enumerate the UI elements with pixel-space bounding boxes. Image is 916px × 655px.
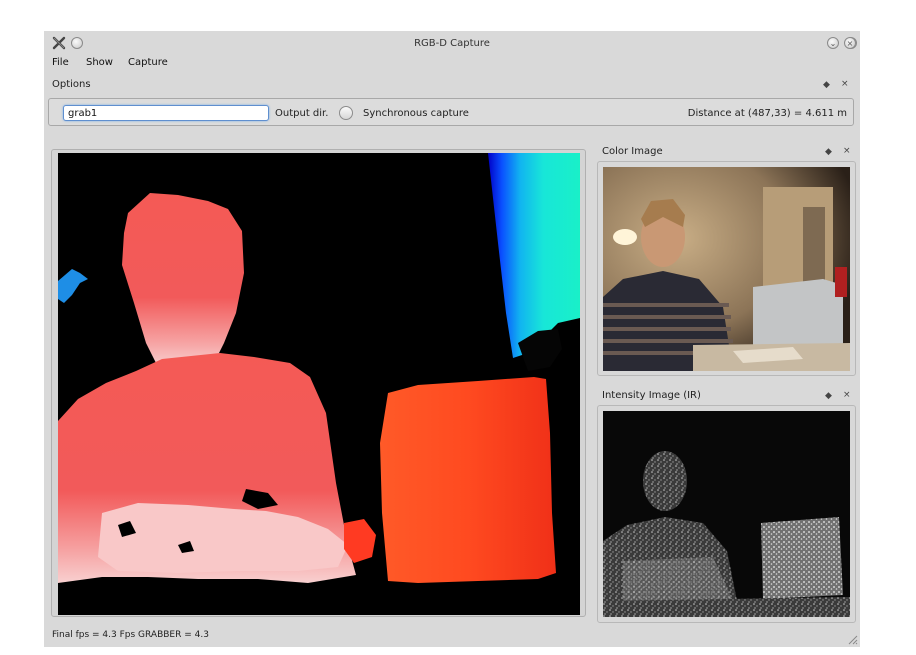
options-dock-title: Options bbox=[52, 79, 91, 90]
ir-image[interactable] bbox=[603, 411, 850, 617]
menu-show[interactable]: Show bbox=[86, 57, 113, 68]
ir-dock-title: Intensity Image (IR) bbox=[602, 390, 701, 401]
depth-view-frame bbox=[51, 149, 586, 617]
options-panel: Output dir. Synchronous capture Distance… bbox=[48, 98, 854, 126]
status-text: Final fps = 4.3 Fps GRABBER = 4.3 bbox=[52, 630, 209, 640]
color-float-icon[interactable]: ◆ bbox=[825, 147, 832, 157]
options-close-icon[interactable]: × bbox=[841, 79, 849, 89]
color-dock-title: Color Image bbox=[602, 146, 663, 157]
color-image-panel bbox=[597, 161, 856, 376]
sync-capture-checkbox[interactable] bbox=[339, 106, 353, 120]
capture-name-input[interactable] bbox=[63, 105, 269, 121]
menu-capture[interactable]: Capture bbox=[128, 57, 168, 68]
color-image[interactable] bbox=[603, 167, 850, 371]
main-window: RGB-D Capture ⌄ ⌃ × File Show Capture Op… bbox=[44, 31, 860, 647]
output-dir-button[interactable]: Output dir. bbox=[275, 108, 328, 119]
sync-capture-label[interactable]: Synchronous capture bbox=[363, 108, 469, 119]
ir-close-icon[interactable]: × bbox=[843, 390, 851, 400]
menu-file[interactable]: File bbox=[52, 57, 69, 68]
window-title: RGB-D Capture bbox=[414, 38, 490, 49]
distance-readout: Distance at (487,33) = 4.611 m bbox=[687, 108, 847, 119]
color-close-icon[interactable]: × bbox=[843, 146, 851, 156]
ir-image-panel bbox=[597, 405, 856, 623]
options-float-icon[interactable]: ◆ bbox=[823, 80, 830, 90]
close-icon[interactable]: × bbox=[844, 37, 856, 49]
resize-grip-icon[interactable] bbox=[846, 633, 858, 645]
ir-float-icon[interactable]: ◆ bbox=[825, 391, 832, 401]
menu-bar: File Show Capture bbox=[44, 56, 860, 71]
minimize-icon[interactable]: ⌄ bbox=[827, 37, 839, 49]
title-bar[interactable]: RGB-D Capture ⌄ ⌃ bbox=[44, 31, 860, 56]
depth-image[interactable] bbox=[58, 153, 580, 615]
